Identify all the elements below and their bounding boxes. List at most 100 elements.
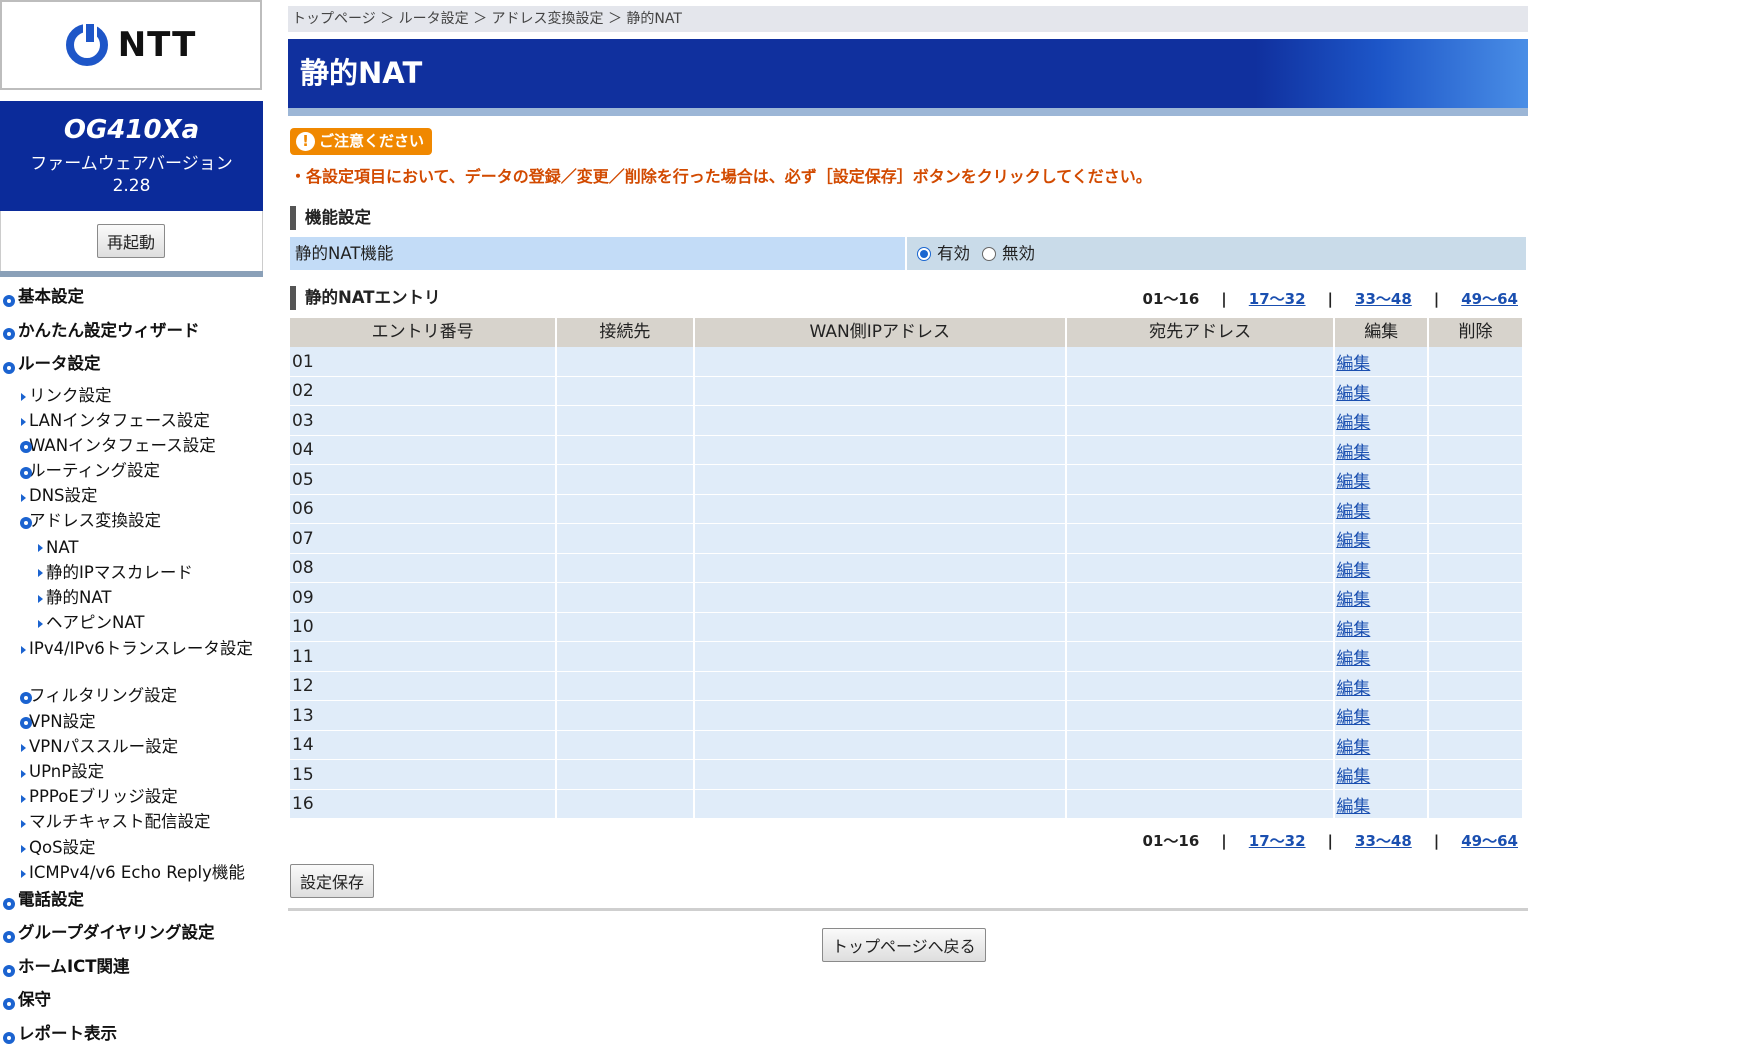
- edit-link[interactable]: 編集: [1336, 354, 1370, 374]
- title-divider: [288, 108, 1528, 116]
- sidebar-item-6[interactable]: ルーティング設定: [0, 461, 266, 486]
- circle-arrow-icon: [3, 998, 15, 1011]
- sidebar-item-12[interactable]: ヘアピンNAT: [0, 612, 266, 637]
- sidebar-item-11[interactable]: 静的NAT: [0, 587, 266, 612]
- sidebar-item-2[interactable]: ルータ設定: [0, 352, 266, 386]
- sidebar-item-16[interactable]: VPNパススルー設定: [0, 737, 266, 762]
- reboot-button[interactable]: 再起動: [97, 224, 166, 258]
- edit-link[interactable]: 編集: [1336, 767, 1370, 787]
- model-info: OG410Xa ファームウェアバージョン 2.28: [0, 101, 263, 211]
- edit-link[interactable]: 編集: [1336, 738, 1370, 758]
- sidebar-item-8[interactable]: アドレス変換設定: [0, 511, 266, 536]
- target-address-cell: [1066, 376, 1334, 406]
- sidebar-item-18[interactable]: PPPoEブリッジ設定: [0, 787, 266, 812]
- sidebar-item-21[interactable]: ICMPv4/v6 Echo Reply機能: [0, 863, 266, 888]
- sidebar-item-19[interactable]: マルチキャスト配信設定: [0, 812, 266, 837]
- sidebar-item-23[interactable]: グループダイヤリング設定: [0, 921, 266, 955]
- edit-cell: 編集: [1335, 406, 1428, 436]
- sidebar-item-25[interactable]: 保守: [0, 988, 266, 1022]
- enabled-radio[interactable]: [917, 246, 931, 261]
- sidebar-item-label: PPPoEブリッジ設定: [29, 787, 178, 807]
- sidebar-item-26[interactable]: レポート表示: [0, 1022, 266, 1055]
- wan-ip-cell: [694, 376, 1065, 406]
- entry-number-cell: 12: [290, 671, 556, 701]
- pager-link-17-32[interactable]: 17～32: [1249, 830, 1306, 851]
- wan-ip-cell: [694, 347, 1065, 377]
- sidebar-item-13[interactable]: IPv4/IPv6トランスレータ設定: [0, 637, 259, 686]
- edit-link[interactable]: 編集: [1336, 797, 1370, 817]
- sidebar-item-4[interactable]: LANインタフェース設定: [0, 411, 266, 436]
- edit-link[interactable]: 編集: [1336, 620, 1370, 640]
- enabled-radio-label[interactable]: 有効: [937, 237, 970, 270]
- destination-cell: [557, 524, 693, 554]
- pager-link-17-32[interactable]: 17～32: [1249, 288, 1306, 309]
- target-address-cell: [1066, 465, 1334, 495]
- entry-number-cell: 11: [290, 642, 556, 672]
- triangle-bullet-icon: [21, 744, 26, 753]
- model-name: OG410Xa: [63, 115, 200, 145]
- save-settings-button[interactable]: 設定保存: [290, 864, 375, 898]
- edit-link[interactable]: 編集: [1336, 649, 1370, 669]
- edit-link[interactable]: 編集: [1336, 561, 1370, 581]
- wan-ip-cell: [694, 583, 1065, 613]
- destination-cell: [557, 701, 693, 731]
- pager-link-33-48[interactable]: 33～48: [1355, 288, 1412, 309]
- triangle-bullet-icon: [21, 794, 26, 803]
- target-address-cell: [1066, 789, 1334, 819]
- sidebar-item-label: ヘアピンNAT: [46, 613, 145, 633]
- edit-link[interactable]: 編集: [1336, 502, 1370, 522]
- pager-link-49-64[interactable]: 49～64: [1461, 830, 1518, 851]
- sidebar-item-1[interactable]: かんたん設定ウィザード: [0, 319, 266, 353]
- edit-link[interactable]: 編集: [1336, 413, 1370, 433]
- delete-cell: [1429, 376, 1522, 406]
- sidebar-item-10[interactable]: 静的IPマスカレード: [0, 562, 266, 587]
- destination-cell: [557, 465, 693, 495]
- column-header-target-address: 宛先アドレス: [1066, 318, 1334, 347]
- delete-cell: [1429, 789, 1522, 819]
- edit-link[interactable]: 編集: [1336, 472, 1370, 492]
- sidebar-item-3[interactable]: リンク設定: [0, 386, 266, 411]
- sidebar-item-label: NAT: [46, 537, 79, 557]
- edit-link[interactable]: 編集: [1336, 679, 1370, 699]
- pager-link-49-64[interactable]: 49～64: [1461, 288, 1518, 309]
- pager-separator: |: [1221, 831, 1227, 850]
- edit-link[interactable]: 編集: [1336, 531, 1370, 551]
- entry-number-cell: 01: [290, 347, 556, 377]
- sidebar-item-label: 静的IPマスカレード: [46, 562, 193, 582]
- sidebar-item-7[interactable]: DNS設定: [0, 486, 266, 511]
- sidebar-item-5[interactable]: WANインタフェース設定: [0, 436, 266, 461]
- edit-link[interactable]: 編集: [1336, 443, 1370, 463]
- edit-link[interactable]: 編集: [1336, 590, 1370, 610]
- table-row: 04 編集: [290, 435, 1522, 465]
- circle-arrow-icon: [3, 328, 15, 341]
- back-to-top-button[interactable]: トップページへ戻る: [822, 928, 986, 962]
- sidebar-item-20[interactable]: QoS設定: [0, 838, 266, 863]
- table-row: 11 編集: [290, 642, 1522, 672]
- sidebar-item-22[interactable]: 電話設定: [0, 888, 266, 922]
- destination-cell: [557, 789, 693, 819]
- ntt-logo-icon: [65, 24, 108, 66]
- sidebar-item-0[interactable]: 基本設定: [0, 285, 266, 319]
- sidebar-item-9[interactable]: NAT: [0, 537, 266, 562]
- table-row: 02 編集: [290, 376, 1522, 406]
- pager-link-33-48[interactable]: 33～48: [1355, 830, 1412, 851]
- triangle-bullet-icon: [21, 845, 26, 854]
- sidebar-item-24[interactable]: ホームICT関連: [0, 955, 266, 989]
- disabled-radio-label[interactable]: 無効: [1002, 237, 1035, 270]
- wan-ip-cell: [694, 435, 1065, 465]
- sidebar-item-17[interactable]: UPnP設定: [0, 762, 266, 787]
- sidebar-item-15[interactable]: VPN設定: [0, 712, 266, 737]
- edit-link[interactable]: 編集: [1336, 708, 1370, 728]
- column-header-entry-number: エントリ番号: [290, 318, 556, 347]
- disabled-radio[interactable]: [982, 246, 996, 261]
- edit-cell: 編集: [1335, 671, 1428, 701]
- edit-link[interactable]: 編集: [1336, 384, 1370, 404]
- triangle-bullet-icon: [21, 393, 26, 402]
- sidebar-item-label: アドレス変換設定: [29, 511, 161, 531]
- triangle-bullet-icon: [21, 646, 26, 655]
- edit-cell: 編集: [1335, 642, 1428, 672]
- sidebar-nav: 基本設定 かんたん設定ウィザード ルータ設定 リンク設定 LANインタフェース設定 WAN…: [0, 285, 266, 1055]
- sidebar-item-label: VPN設定: [29, 711, 96, 731]
- sidebar-item-14[interactable]: フィルタリング設定: [0, 686, 266, 711]
- target-address-cell: [1066, 494, 1334, 524]
